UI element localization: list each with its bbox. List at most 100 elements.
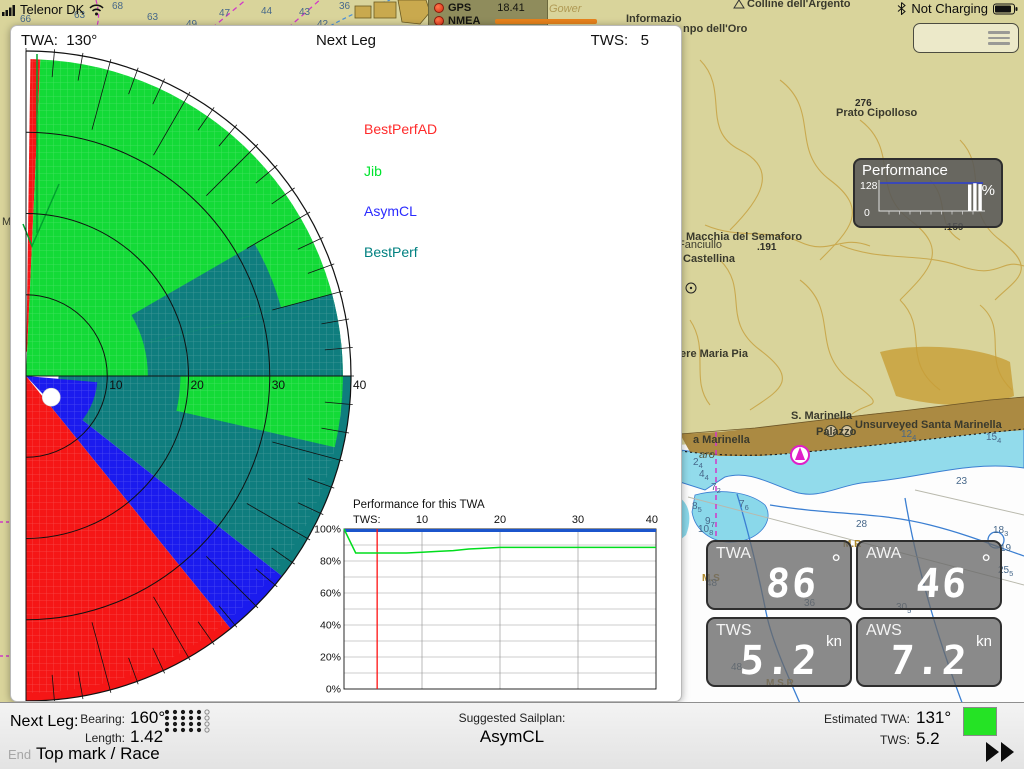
depth-sounding: 47 bbox=[219, 8, 230, 19]
performance-sparkline bbox=[869, 177, 987, 221]
grid-dot bbox=[189, 710, 193, 714]
length-label: Length: bbox=[60, 731, 125, 745]
polar-ring-label: 40 bbox=[353, 378, 367, 392]
status-bar-right: Not Charging bbox=[897, 1, 1018, 16]
depth-sounding: 43 bbox=[299, 7, 310, 18]
grid-dot bbox=[197, 722, 201, 726]
minichart-xtick: 30 bbox=[572, 514, 584, 526]
route-fragment bbox=[495, 19, 597, 24]
performance-widget[interactable]: Performance % 128 0 bbox=[853, 158, 1003, 228]
grid-dot-hollow bbox=[205, 728, 209, 732]
bottom-tws-value: 5.2 bbox=[916, 729, 940, 749]
menu-button[interactable] bbox=[913, 23, 1019, 53]
map-label: Palazzo bbox=[816, 426, 856, 438]
sparkline-bar bbox=[968, 185, 971, 211]
instrument-aws[interactable]: AWS7.2kn bbox=[856, 617, 1002, 687]
depth-sounding: 154 bbox=[986, 432, 1001, 445]
minichart-xtick: 40 bbox=[646, 514, 658, 526]
status-bar-left: Telenor DK bbox=[2, 2, 105, 17]
grid-dot bbox=[173, 722, 177, 726]
minichart-ylabel: 40% bbox=[320, 620, 341, 632]
suggested-sailplan-value: AsymCL bbox=[402, 727, 622, 747]
depth-sounding: 28 bbox=[856, 519, 867, 530]
map-label: Castellina bbox=[683, 253, 735, 265]
minichart-ylabel: 0% bbox=[326, 684, 341, 696]
bottom-bar: Next Leg: Bearing: 160° Length: 1.42 End… bbox=[0, 702, 1024, 769]
minichart-xtick: 20 bbox=[494, 514, 506, 526]
instrument-twa[interactable]: TWA86° bbox=[706, 540, 852, 610]
depth-sounding: 85 bbox=[692, 501, 702, 514]
polar-ring-label: 30 bbox=[272, 378, 286, 392]
legend-item-jib: Jib bbox=[364, 163, 382, 179]
polar-chart: 10203040100%80%60%40%20%0%Performance fo… bbox=[11, 26, 681, 701]
grid-dot bbox=[189, 716, 193, 720]
map-label: .191 bbox=[757, 242, 776, 253]
polar-ring-label: 10 bbox=[109, 378, 123, 392]
polar-ring-label: 20 bbox=[191, 378, 205, 392]
route-name[interactable]: Top mark / Race bbox=[36, 744, 160, 764]
bluetooth-icon bbox=[897, 2, 906, 15]
battery-icon bbox=[993, 3, 1018, 15]
waypoint-grid-icon[interactable] bbox=[162, 707, 212, 735]
instrument-tws[interactable]: TWS5.2kn bbox=[706, 617, 852, 687]
wifi-icon bbox=[88, 3, 105, 16]
map-label: Colline dell'Argento bbox=[747, 0, 850, 10]
instrument-unit: kn bbox=[976, 633, 992, 650]
grid-dot bbox=[173, 710, 177, 714]
suggested-sailplan-label: Suggested Sailplan: bbox=[402, 711, 622, 725]
grid-dot bbox=[173, 716, 177, 720]
map-label: Fanciullo bbox=[678, 239, 722, 251]
sparkline-bar bbox=[978, 184, 981, 211]
minichart-ylabel: 20% bbox=[320, 652, 341, 664]
instrument-unit: ° bbox=[831, 550, 841, 578]
gps-status-dot bbox=[434, 3, 444, 13]
minichart-title: Performance for this TWA bbox=[353, 499, 485, 511]
grid-dot bbox=[197, 710, 201, 714]
grid-dot-hollow bbox=[205, 710, 209, 714]
polar-diagram-panel[interactable]: TWA: 130° Next Leg TWS: 5 10203040100%80… bbox=[10, 25, 682, 702]
instrument-value: 46 bbox=[914, 561, 969, 607]
grid-dot bbox=[165, 716, 169, 720]
bearing-label: Bearing: bbox=[60, 712, 125, 726]
current-state-marker[interactable] bbox=[42, 388, 60, 406]
instrument-value: 7.2 bbox=[888, 638, 969, 684]
map-label: Gower bbox=[549, 3, 581, 15]
battery-status-label: Not Charging bbox=[911, 1, 988, 16]
gps-label: GPS bbox=[448, 2, 471, 14]
instrument-value: 5.2 bbox=[738, 638, 819, 684]
legend-item-bestperfad: BestPerfAD bbox=[364, 121, 437, 137]
grid-dot bbox=[173, 728, 177, 732]
grid-dot bbox=[181, 728, 185, 732]
grid-dot bbox=[197, 728, 201, 732]
map-label: lere Maria Pia bbox=[677, 348, 748, 360]
depth-sounding: 124 bbox=[901, 429, 916, 442]
depth-sounding: 63 bbox=[147, 12, 158, 23]
grid-dot bbox=[181, 716, 185, 720]
legend-item-asymcl: AsymCL bbox=[364, 203, 417, 219]
grid-dot bbox=[189, 728, 193, 732]
estimated-twa-label: Estimated TWA: bbox=[758, 712, 910, 726]
bearing-value: 160° bbox=[130, 708, 165, 728]
map-label: npo dell'Oro bbox=[683, 23, 747, 35]
depth-sounding: 36 bbox=[339, 1, 350, 12]
depth-sounding: 183 bbox=[993, 525, 1008, 538]
fast-forward-icon[interactable] bbox=[985, 741, 1017, 763]
cellular-signal-icon bbox=[2, 4, 16, 16]
landmark-dot bbox=[690, 287, 692, 289]
instrument-label: TWA bbox=[716, 545, 751, 563]
legend-item-bestperf: BestPerf bbox=[364, 244, 418, 260]
grid-dot bbox=[165, 728, 169, 732]
grid-dot bbox=[197, 716, 201, 720]
minichart-xtick: 10 bbox=[416, 514, 428, 526]
depth-sounding: 108 bbox=[698, 524, 713, 537]
gps-value: 18.41 bbox=[497, 2, 525, 14]
grid-dot bbox=[181, 710, 185, 714]
map-label: Informazio bbox=[626, 13, 682, 25]
map-label: S. Marinella bbox=[791, 410, 852, 422]
instrument-unit: kn bbox=[826, 633, 842, 650]
depth-sounding: 44 bbox=[699, 469, 709, 482]
depth-sounding: 44 bbox=[261, 6, 272, 17]
minichart-ylabel: 80% bbox=[320, 556, 341, 568]
depth-sounding: 72 bbox=[711, 482, 721, 495]
instrument-awa[interactable]: AWA46° bbox=[856, 540, 1002, 610]
